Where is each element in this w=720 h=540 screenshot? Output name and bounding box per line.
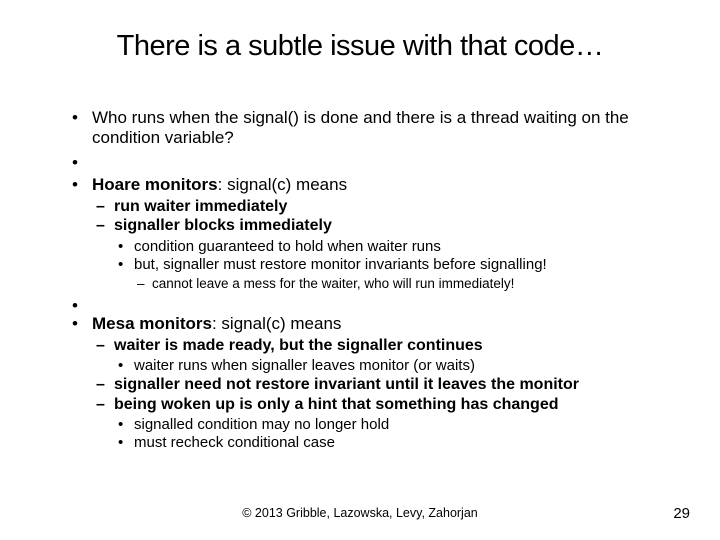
mesa-sub-3: being woken up is only a hint that somet…: [92, 395, 670, 452]
hoare-sub-2b-text: but, signaller must restore monitor inva…: [134, 256, 547, 273]
spacer: [70, 296, 670, 310]
bullet-intro: Who runs when the signal() is done and t…: [70, 108, 670, 149]
hoare-sub-2b-i: cannot leave a mess for the waiter, who …: [134, 276, 670, 292]
bullet-intro-text: Who runs when the signal() is done and t…: [92, 108, 629, 147]
hoare-label: Hoare monitors: [92, 175, 218, 194]
spacer: [70, 153, 670, 171]
hoare-sub-2b: but, signaller must restore monitor inva…: [114, 256, 670, 292]
mesa-sub-1-text: waiter is made ready, but the signaller …: [114, 337, 483, 354]
mesa-sub-2: signaller need not restore invariant unt…: [92, 375, 670, 394]
hoare-sub-2-text: signaller blocks immediately: [114, 217, 332, 234]
bullet-mesa: Mesa monitors: signal(c) means waiter is…: [70, 314, 670, 452]
mesa-rest: : signal(c) means: [212, 314, 341, 333]
slide: There is a subtle issue with that code… …: [0, 0, 720, 540]
page-number: 29: [673, 505, 690, 522]
hoare-sub-2: signaller blocks immediately condition g…: [92, 216, 670, 291]
slide-body: Who runs when the signal() is done and t…: [70, 108, 670, 456]
mesa-sub-3a: signalled condition may no longer hold: [114, 416, 670, 434]
hoare-sub-2a: condition guaranteed to hold when waiter…: [114, 238, 670, 256]
mesa-sub-1a: waiter runs when signaller leaves monito…: [114, 357, 670, 375]
mesa-label: Mesa monitors: [92, 314, 212, 333]
mesa-sub-3-text: being woken up is only a hint that somet…: [114, 396, 558, 413]
slide-title: There is a subtle issue with that code…: [0, 30, 720, 63]
hoare-sub-1: run waiter immediately: [92, 197, 670, 216]
copyright-footer: © 2013 Gribble, Lazowska, Levy, Zahorjan: [0, 506, 720, 520]
mesa-sub-3b: must recheck conditional case: [114, 434, 670, 452]
hoare-rest: : signal(c) means: [218, 175, 347, 194]
mesa-sub-1: waiter is made ready, but the signaller …: [92, 336, 670, 375]
bullet-hoare: Hoare monitors: signal(c) means run wait…: [70, 175, 670, 292]
